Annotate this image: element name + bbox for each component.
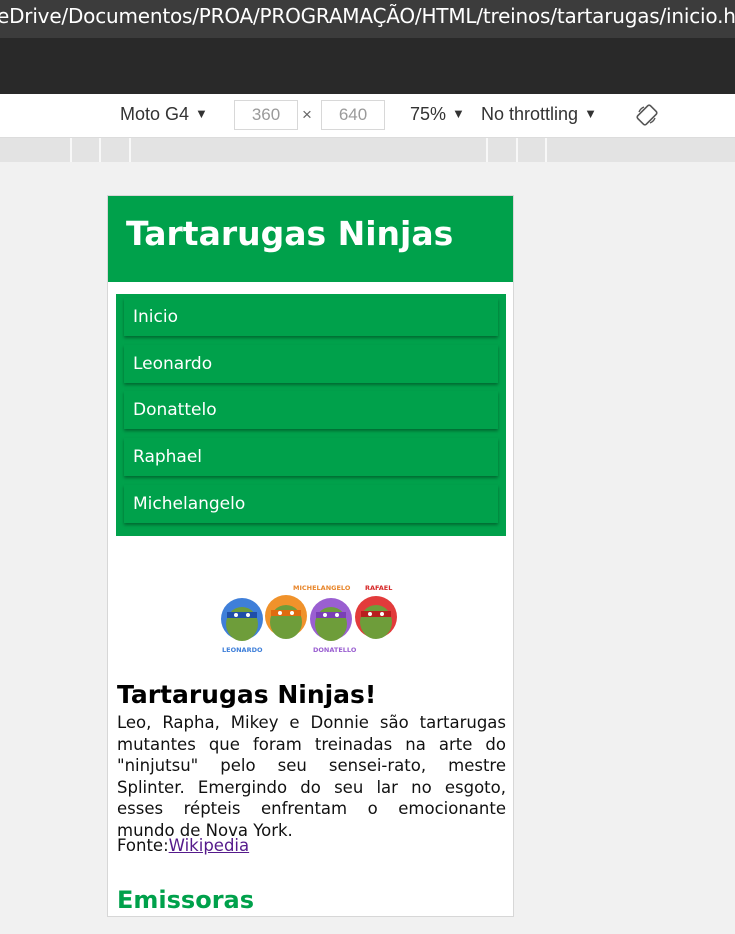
site-nav: Inicio Leonardo Donattelo Raphael Michel…	[116, 294, 506, 536]
ruler-tick	[486, 138, 488, 162]
label-leonardo: LEONARDO	[222, 646, 263, 654]
dimension-separator: ×	[302, 105, 312, 124]
source-line: Fonte:Wikipedia	[117, 836, 249, 855]
ruler-tick	[99, 138, 101, 162]
zoom-select-label: 75%	[410, 104, 447, 124]
width-input[interactable]: 360	[234, 100, 298, 130]
media-query-ruler[interactable]	[0, 138, 735, 162]
ruler-tick	[70, 138, 72, 162]
content-title: Tartarugas Ninjas!	[117, 680, 377, 709]
device-toolbar: Moto G4 ▼ 360 × 640 75% ▼ No throttling ▼	[0, 94, 735, 138]
raphael-portrait	[355, 596, 397, 639]
donatello-portrait	[310, 598, 352, 641]
height-input[interactable]: 640	[321, 100, 385, 130]
site-header: Tartarugas Ninjas	[108, 196, 513, 282]
chevron-down-icon: ▼	[584, 106, 597, 121]
nav-item-inicio[interactable]: Inicio	[124, 298, 498, 336]
michelangelo-portrait	[265, 595, 307, 639]
device-select-label: Moto G4	[120, 104, 190, 124]
nav-item-raphael[interactable]: Raphael	[124, 438, 498, 476]
label-rafael: RAFAEL	[365, 584, 392, 592]
nav-item-donattelo[interactable]: Donattelo	[124, 391, 498, 429]
section-title-emissoras: Emissoras	[117, 886, 255, 914]
label-michelangelo: MICHELANGELO	[293, 584, 351, 592]
zoom-select[interactable]: 75% ▼	[410, 104, 465, 125]
nav-item-michelangelo[interactable]: Michelangelo	[124, 485, 498, 523]
chevron-down-icon: ▼	[452, 106, 465, 121]
address-url[interactable]: eDrive/Documentos/PROA/PROGRAMAÇÃO/HTML/…	[0, 4, 735, 28]
leonardo-portrait	[221, 598, 263, 641]
content-body: Leo, Rapha, Mikey e Donnie são tartaruga…	[117, 713, 506, 840]
wikipedia-link[interactable]: Wikipedia	[169, 836, 249, 855]
chevron-down-icon: ▼	[195, 106, 208, 121]
ruler-tick	[129, 138, 131, 162]
label-donatello: DONATELLO	[313, 646, 357, 654]
throttling-select[interactable]: No throttling ▼	[481, 104, 597, 125]
site-title: Tartarugas Ninjas	[126, 214, 454, 253]
rotate-device-icon[interactable]	[636, 104, 658, 126]
nav-item-leonardo[interactable]: Leonardo	[124, 345, 498, 383]
turtles-image: MICHELANGELO RAFAEL LEONARDO DONATELLO	[221, 584, 397, 654]
device-select[interactable]: Moto G4 ▼	[120, 104, 208, 125]
device-viewport: Tartarugas Ninjas Inicio Leonardo Donatt…	[107, 195, 514, 917]
ruler-tick	[545, 138, 547, 162]
address-bar[interactable]: eDrive/Documentos/PROA/PROGRAMAÇÃO/HTML/…	[0, 0, 735, 38]
ruler-tick	[516, 138, 518, 162]
source-prefix: Fonte:	[117, 836, 169, 855]
throttling-select-label: No throttling	[481, 104, 579, 124]
browser-tabstrip-area	[0, 38, 735, 94]
